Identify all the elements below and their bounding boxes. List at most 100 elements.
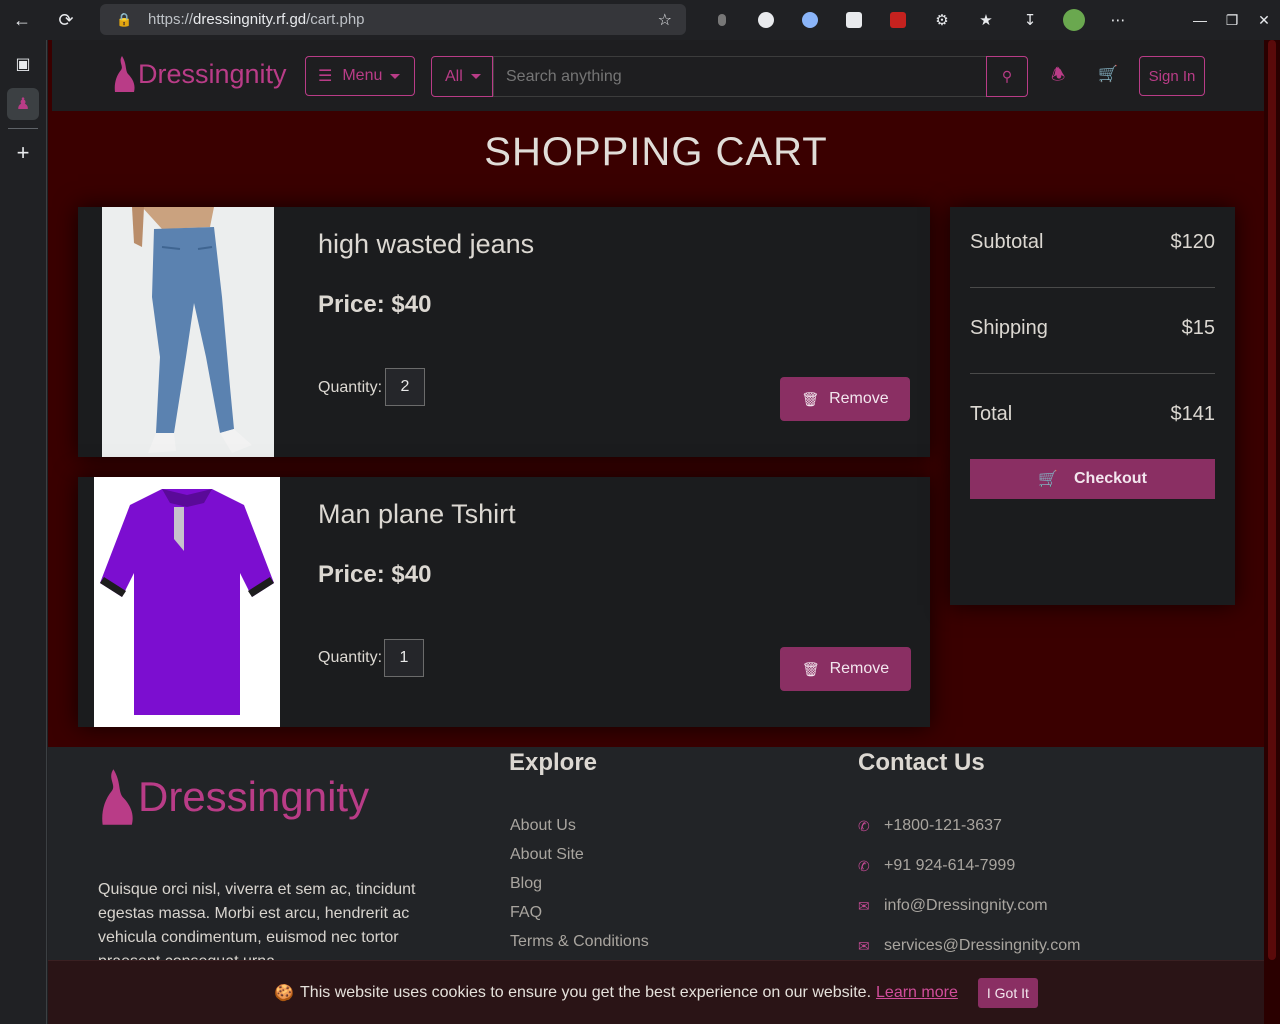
footer-link-faq[interactable]: FAQ: [510, 904, 542, 922]
lock-icon: 🔒: [116, 11, 133, 27]
contact-value: +1800-121-3637: [884, 817, 1002, 834]
favorites-icon[interactable]: ★: [964, 0, 1008, 40]
cart-item: Man plane Tshirt Price: $40 Quantity: 🗑 …: [78, 477, 930, 727]
quantity-input[interactable]: [384, 639, 424, 677]
url-scheme: https://: [148, 11, 194, 28]
footer-link-about-site[interactable]: About Site: [510, 846, 584, 864]
back-icon[interactable]: ←: [0, 0, 44, 40]
search-icon: ⚲: [1001, 68, 1013, 84]
category-label: All: [445, 67, 463, 85]
remove-button[interactable]: 🗑 Remove: [780, 377, 910, 421]
envelope-icon: ✉: [858, 937, 870, 954]
logo-icon: [114, 56, 135, 92]
quantity-input[interactable]: [385, 368, 425, 406]
add-favorite-icon[interactable]: ☆: [658, 10, 672, 30]
site-header: Dressingnity ☰ Menu All ⚲ 🕭 🛒 Sign In: [52, 40, 1264, 111]
sign-in-button[interactable]: Sign In: [1139, 56, 1205, 96]
trash-icon: 🗑: [801, 390, 820, 407]
browser-toolbar: ← ⟳ 🔒 https://dressingnity.rf.gd/cart.ph…: [0, 0, 1280, 40]
phone-icon: ✆: [858, 857, 870, 874]
maximize-icon[interactable]: ❐: [1216, 0, 1248, 40]
menu-label: Menu: [342, 67, 383, 84]
footer-link-blog[interactable]: Blog: [510, 875, 542, 893]
sidebar-divider: [8, 128, 38, 129]
page-viewport: Dressingnity ☰ Menu All ⚲ 🕭 🛒 Sign In SH…: [48, 40, 1280, 1024]
scrollbar-thumb[interactable]: [1268, 40, 1276, 960]
contact-heading: Contact Us: [858, 749, 985, 776]
chevron-down-icon: [470, 74, 481, 79]
checkout-button[interactable]: 🛒 Checkout: [970, 459, 1215, 499]
footer-brand-name: Dressingnity: [138, 773, 370, 820]
extensions-icon[interactable]: ⚙: [920, 0, 964, 40]
reload-icon[interactable]: ⟳: [44, 0, 88, 40]
total-label: Total: [970, 403, 1013, 425]
product-name: Man plane Tshirt: [318, 499, 516, 529]
explore-heading: Explore: [509, 749, 598, 776]
extension-icon[interactable]: [744, 0, 788, 40]
remove-label: Remove: [829, 390, 889, 407]
notification-bell-icon[interactable]: 🕭: [1051, 64, 1065, 91]
jeans-picture: [102, 207, 274, 457]
close-icon[interactable]: ✕: [1248, 0, 1280, 40]
cookie-icon: 🍪: [274, 984, 295, 1002]
profile-avatar[interactable]: [1052, 0, 1096, 40]
tshirt-picture: [94, 477, 280, 727]
order-summary: Subtotal $120 Shipping $15 Total $141 🛒 …: [950, 207, 1235, 605]
quantity-label: Quantity:: [318, 379, 383, 396]
cart-icon[interactable]: 🛒: [1098, 64, 1118, 84]
product-image: [102, 207, 274, 457]
logo-icon: [102, 769, 133, 825]
remove-button[interactable]: 🗑 Remove: [780, 647, 911, 691]
url-path: /cart.php: [306, 11, 365, 28]
learn-more-link[interactable]: Learn more: [876, 984, 958, 1002]
footer-link-terms[interactable]: Terms & Conditions: [510, 933, 649, 951]
subtotal-label: Subtotal: [970, 231, 1044, 253]
ublock-icon[interactable]: [876, 0, 920, 40]
search-input[interactable]: [493, 56, 987, 97]
brand-logo[interactable]: Dressingnity: [112, 54, 287, 94]
contact-email-1[interactable]: ✉ info@Dressingnity.com: [858, 897, 1048, 915]
shipping-row: Shipping $15: [970, 317, 1215, 340]
cart-item: high wasted jeans Price: $40 Quantity: 🗑…: [78, 207, 930, 457]
minimize-icon[interactable]: —: [1184, 0, 1216, 40]
window-controls: — ❐ ✕: [1184, 0, 1280, 40]
tab-actions-icon[interactable]: ▣: [7, 48, 39, 80]
search-button[interactable]: ⚲: [986, 56, 1028, 97]
shipping-value: $15: [1181, 317, 1215, 339]
contact-phone-1[interactable]: ✆ +1800-121-3637: [858, 817, 1002, 835]
contact-value: info@Dressingnity.com: [884, 897, 1048, 914]
product-price: Price: $40: [318, 291, 432, 318]
subtotal-row: Subtotal $120: [970, 231, 1215, 254]
contact-value: +91 924-614-7999: [884, 857, 1016, 874]
trash-icon: 🗑: [801, 660, 820, 677]
cart-icon: 🛒: [1038, 471, 1058, 488]
contact-email-2[interactable]: ✉ services@Dressingnity.com: [858, 937, 1080, 955]
category-dropdown[interactable]: All: [431, 56, 493, 97]
download-icon[interactable]: ↧: [1008, 0, 1052, 40]
accept-cookies-button[interactable]: I Got It: [977, 977, 1038, 1008]
shipping-label: Shipping: [970, 317, 1048, 339]
remove-label: Remove: [829, 660, 890, 677]
menu-button[interactable]: ☰ Menu: [305, 56, 415, 96]
more-icon[interactable]: ⋯: [1096, 0, 1140, 40]
page-title: SHOPPING CART: [484, 130, 828, 174]
cookie-message: This website uses cookies to ensure you …: [300, 983, 872, 1001]
total-row: Total $141: [970, 403, 1215, 426]
extension-icon[interactable]: [832, 0, 876, 40]
quantity-label: Quantity:: [318, 649, 383, 666]
contact-phone-2[interactable]: ✆ +91 924-614-7999: [858, 857, 1015, 875]
extension-icon[interactable]: [700, 0, 744, 40]
subtotal-value: $120: [1170, 231, 1216, 253]
footer-logo[interactable]: Dressingnity: [98, 765, 369, 829]
product-price: Price: $40: [318, 561, 432, 588]
checkout-label: Checkout: [1074, 470, 1147, 487]
new-tab-icon[interactable]: +: [7, 137, 39, 169]
extension-icon[interactable]: [788, 0, 832, 40]
footer-link-about-us[interactable]: About Us: [510, 817, 576, 835]
envelope-icon: ✉: [858, 897, 870, 914]
extensions-bar: ⚙ ★ ↧ ⋯: [700, 0, 1140, 40]
active-tab-icon[interactable]: ♟: [7, 88, 39, 120]
page-scrollbar[interactable]: [1264, 40, 1280, 1024]
phone-icon: ✆: [858, 817, 870, 834]
address-bar[interactable]: 🔒 https://dressingnity.rf.gd/cart.php ☆: [100, 4, 686, 35]
